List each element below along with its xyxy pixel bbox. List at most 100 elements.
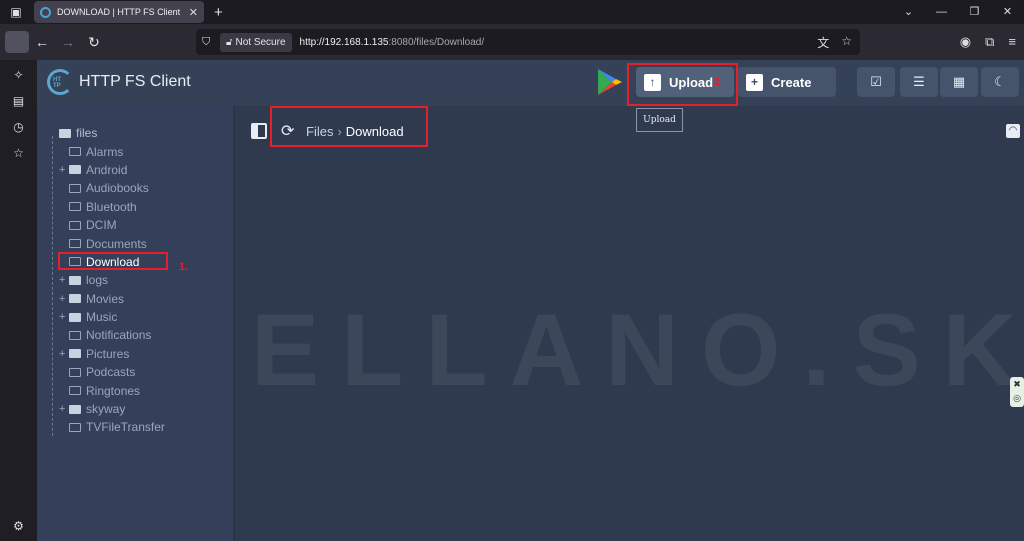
folder-icon [69, 239, 81, 249]
account-icon[interactable]: ◉ [960, 34, 971, 50]
tree-item[interactable]: Notifications [49, 326, 165, 344]
folder-icon [69, 312, 81, 322]
window-close-icon[interactable]: ✕ [991, 0, 1024, 24]
ai-sparkle-icon[interactable]: ✧ [13, 68, 23, 82]
google-play-icon[interactable] [595, 67, 623, 97]
app-logo-icon: HT TP [47, 69, 73, 95]
dark-mode-button[interactable]: ☾ [981, 67, 1019, 97]
filter-list-icon: ☰ [913, 74, 925, 89]
toolbar-right: ◉ ⧉ ≡ [960, 34, 1016, 50]
folder-icon [69, 404, 81, 414]
tree-item[interactable]: Ringtones [49, 381, 165, 399]
app-title: HTTP FS Client [79, 73, 191, 90]
tree-item[interactable]: + skyway [49, 400, 165, 418]
expand-plus-icon[interactable]: + [59, 274, 69, 286]
folder-icon [69, 183, 81, 193]
tree-item[interactable]: Podcasts [49, 363, 165, 381]
tab-favicon-icon [40, 6, 51, 18]
address-bar[interactable]: ⛉ 🔓︎ Not Secure http://192.168.1.135:808… [196, 29, 860, 55]
tree-item-label: Podcasts [86, 365, 136, 380]
expand-plus-icon[interactable]: + [59, 311, 69, 323]
annotation-label-1: 1. [179, 261, 189, 273]
sort-filter-button[interactable]: ☰ [900, 67, 938, 97]
sidebar-toggle-button[interactable] [5, 31, 29, 53]
expand-plus-icon[interactable]: + [59, 348, 69, 360]
tree-item-label: Pictures [86, 346, 130, 361]
tree-item[interactable]: + Movies [49, 290, 165, 308]
moon-icon: ☾ [994, 74, 1006, 89]
new-tab-button[interactable]: + [214, 4, 223, 21]
tree-item[interactable]: Alarms [49, 142, 165, 160]
bookmarks-icon[interactable]: ☆ [13, 146, 24, 160]
back-icon[interactable]: ← [29, 29, 55, 55]
watermark: ELLANO.SK [251, 293, 1024, 407]
tree-root[interactable]: files [49, 124, 165, 142]
expand-plus-icon[interactable]: + [59, 403, 69, 415]
forward-icon[interactable]: → [55, 29, 81, 55]
restore-icon[interactable]: ❐ [958, 0, 991, 24]
minimize-icon[interactable]: — [925, 0, 958, 24]
folder-tree: files Alarms + Android Audiobooks Bluetooth D… [49, 124, 165, 437]
sidebar-panel-icon[interactable] [251, 123, 267, 139]
extensions-icon[interactable]: ⧉ [985, 34, 994, 50]
select-checkbox-button[interactable]: ☑ [857, 67, 895, 97]
not-secure-badge[interactable]: 🔓︎ Not Secure [220, 32, 292, 52]
grid-view-button[interactable]: ▦ [940, 67, 978, 97]
tree-item-label: Movies [86, 291, 125, 306]
tab-overflow-icon[interactable]: ⌄ [892, 0, 925, 24]
tree-item-label: skyway [86, 402, 126, 417]
tree-item-label: TVFileTransfer [86, 420, 165, 435]
http-fs-client-app: HT TP HTTP FS Client ↑ Upload + Create ☑… [37, 60, 1024, 541]
folder-icon [69, 386, 81, 396]
tab-title: DOWNLOAD | HTTP FS Client [57, 7, 181, 17]
floating-widget[interactable]: ✖ ◎ [1010, 377, 1024, 407]
menu-icon[interactable]: ≡ [1008, 34, 1016, 50]
tree-item-label: Bluetooth [86, 199, 137, 214]
history-icon[interactable]: ◷ [13, 120, 23, 134]
browser-sidebar: ✧ ▤ ◷ ☆ ⚙ [0, 60, 37, 541]
browser-tab[interactable]: DOWNLOAD | HTTP FS Client ✕ [34, 1, 204, 23]
tree-item-label: Android [86, 162, 128, 177]
annotation-box-breadcrumb [270, 106, 428, 147]
tree-root-label: files [76, 126, 98, 141]
expand-plus-icon[interactable]: + [59, 293, 69, 305]
settings-gear-icon[interactable]: ⚙ [13, 519, 24, 533]
tree-item[interactable]: + logs [49, 271, 165, 289]
tree-item-label: Ringtones [86, 383, 141, 398]
tree-item-label: Notifications [86, 328, 152, 343]
folder-icon [69, 294, 81, 304]
tree-item[interactable]: DCIM [49, 216, 165, 234]
url-text[interactable]: http://192.168.1.135:8080/files/Download… [300, 37, 485, 48]
shield-icon[interactable]: ⛉ [202, 36, 220, 49]
tree-item[interactable]: Documents [49, 234, 165, 252]
checkbox-icon: ☑ [870, 74, 882, 89]
tab-close-icon[interactable]: ✕ [189, 6, 198, 19]
tree-item-label: Music [86, 310, 118, 325]
tree-item[interactable]: + Android [49, 161, 165, 179]
browser-tab-bar: ▣ DOWNLOAD | HTTP FS Client ✕ + ⌄ — ❐ ✕ [0, 0, 1024, 24]
reload-icon[interactable]: ↻ [81, 29, 107, 55]
tree-item-label: logs [86, 273, 109, 288]
synced-tabs-icon[interactable]: ▤ [13, 94, 24, 108]
folder-icon [69, 165, 81, 175]
tab-list-icon[interactable]: ▣ [0, 0, 32, 24]
tree-item[interactable]: Bluetooth [49, 198, 165, 216]
tree-item[interactable]: TVFileTransfer [49, 418, 165, 436]
folder-icon [59, 128, 71, 138]
create-button[interactable]: + Create [738, 67, 836, 97]
tree-item[interactable]: + Pictures [49, 345, 165, 363]
expand-plus-icon[interactable]: + [59, 164, 69, 176]
tree-item[interactable]: + Music [49, 308, 165, 326]
bookmark-star-icon[interactable]: ☆ [841, 34, 852, 51]
rss-icon[interactable]: ◠ [1006, 124, 1020, 138]
folder-icon [69, 422, 81, 432]
folder-icon [69, 349, 81, 359]
annotation-label-2: 2. [714, 76, 724, 88]
folder-icon [69, 330, 81, 340]
tree-item-label: Audiobooks [86, 181, 149, 196]
tree-item[interactable]: Audiobooks [49, 179, 165, 197]
tree-item-label: Documents [86, 236, 147, 251]
app-header: HT TP HTTP FS Client ↑ Upload + Create ☑… [37, 60, 1024, 106]
translate-icon[interactable]: 文 [817, 34, 829, 51]
browser-nav-bar: ← → ↻ ⛉ 🔓︎ Not Secure http://192.168.1.1… [0, 24, 1024, 60]
